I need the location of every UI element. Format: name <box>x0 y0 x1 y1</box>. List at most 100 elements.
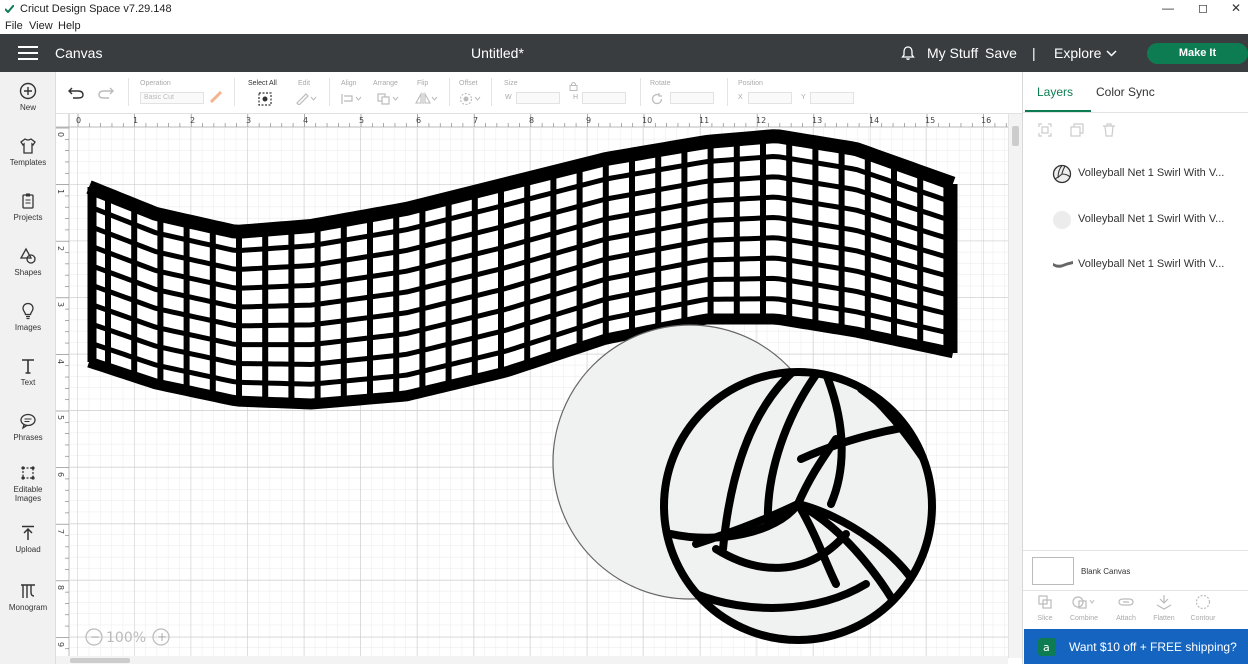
undo-icon[interactable] <box>68 86 84 100</box>
layer-row[interactable]: Volleyball Net 1 Swirl With V... <box>1024 200 1248 240</box>
rotate-input[interactable] <box>670 92 714 104</box>
cricut-logo-icon <box>5 5 14 13</box>
sidebar-item-images[interactable]: Images <box>0 302 56 332</box>
close-button[interactable]: ✕ <box>1226 1 1246 15</box>
app-header: Canvas Untitled* My Stuff Save | Explore… <box>0 34 1248 72</box>
toolbar-divider <box>128 78 129 106</box>
window-title: Cricut Design Space v7.29.148 <box>20 3 172 15</box>
select-all-icon[interactable] <box>257 91 273 107</box>
tab-color-sync[interactable]: Color Sync <box>1096 85 1155 99</box>
flatten-icon[interactable] <box>1155 594 1173 610</box>
combine-icon[interactable] <box>1072 594 1096 610</box>
height-input[interactable] <box>582 92 626 104</box>
ruler-left-label: 0 <box>56 132 65 137</box>
operation-select[interactable]: Basic Cut <box>140 92 204 104</box>
slice-icon[interactable] <box>1037 594 1053 610</box>
sidebar-item-upload[interactable]: Upload <box>0 524 56 554</box>
horizontal-scrollbar[interactable] <box>56 656 1008 664</box>
app-window: Cricut Design Space v7.29.148 — ◻ ✕ File… <box>0 0 1248 664</box>
ruler-top-label: 6 <box>416 116 421 125</box>
menu-view[interactable]: View <box>29 20 53 32</box>
lock-icon[interactable] <box>569 81 578 91</box>
ruler-left-label: 9 <box>56 642 65 647</box>
redo-icon[interactable] <box>98 86 114 100</box>
hamburger-menu-icon[interactable] <box>18 46 38 60</box>
canvas-svg: 0 1 2 3 4 5 6 7 8 9 10 11 12 13 14 15 16… <box>56 114 1008 664</box>
sidebar-item-monogram[interactable]: Monogram <box>0 582 56 612</box>
flip-icon[interactable] <box>414 92 438 105</box>
x-label: X <box>738 94 743 101</box>
maximize-button[interactable]: ◻ <box>1193 1 1213 15</box>
sidebar-item-projects[interactable]: Projects <box>0 192 56 222</box>
sidebar-item-label: Editable <box>13 485 43 494</box>
sidebar-item-phrases[interactable]: Phrases <box>0 412 56 442</box>
sidebar-item-editable-images[interactable]: Editable Images <box>0 464 56 503</box>
layer-row[interactable]: Volleyball Net 1 Swirl With V... <box>1024 245 1248 285</box>
menu-bar: File View Help <box>0 18 1248 34</box>
sidebar-item-text[interactable]: Text <box>0 357 56 387</box>
combine-label: Combine <box>1069 615 1098 622</box>
attach-icon[interactable] <box>1117 594 1135 610</box>
bell-icon[interactable] <box>900 45 916 61</box>
sidebar-item-new[interactable]: New <box>0 82 56 112</box>
my-stuff-link[interactable]: My Stuff <box>927 45 978 61</box>
sidebar-item-label: Monogram <box>8 603 48 612</box>
ruler-top-label: 1 <box>133 116 138 125</box>
sidebar-item-templates[interactable]: Templates <box>0 137 56 167</box>
edit-pencil-icon[interactable] <box>295 92 317 105</box>
rotate-label: Rotate <box>650 80 671 87</box>
layer-row[interactable]: Volleyball Net 1 Swirl With V... <box>1024 154 1248 194</box>
ruler-left-label: 4 <box>56 359 65 364</box>
align-icon[interactable] <box>341 93 363 105</box>
toolbar-divider <box>727 78 728 106</box>
ruler-left-label: 2 <box>56 246 65 251</box>
y-input[interactable] <box>810 92 854 104</box>
blank-canvas-label: Blank Canvas <box>1081 567 1131 576</box>
tab-layers[interactable]: Layers <box>1037 85 1073 99</box>
x-input[interactable] <box>748 92 792 104</box>
ruler-top-label: 14 <box>869 116 879 125</box>
ruler-left-label: 1 <box>56 189 65 194</box>
group-icon[interactable] <box>1037 122 1053 138</box>
promo-text: Want $10 off + FREE shipping? <box>1069 640 1237 654</box>
width-input[interactable] <box>516 92 560 104</box>
arrange-icon[interactable] <box>376 92 400 105</box>
design-canvas[interactable]: 0 1 2 3 4 5 6 7 8 9 10 11 12 13 14 15 16… <box>56 114 1008 664</box>
align-label: Align <box>341 80 357 87</box>
ruler-left-label: 3 <box>56 302 65 307</box>
ruler-left-label: 6 <box>56 472 65 477</box>
menu-help[interactable]: Help <box>58 20 81 32</box>
contour-icon[interactable] <box>1194 594 1212 610</box>
vertical-scrollbar[interactable] <box>1008 114 1022 658</box>
save-button[interactable]: Save <box>985 45 1017 61</box>
zoom-out-label: − <box>90 630 100 644</box>
ruler-top-label: 16 <box>981 116 991 125</box>
toolbar-divider <box>329 78 330 106</box>
ruler-top-label: 11 <box>699 116 709 125</box>
duplicate-icon[interactable] <box>1069 122 1085 138</box>
menu-file[interactable]: File <box>5 20 23 32</box>
left-ruler <box>56 114 69 664</box>
ruler-top-label: 12 <box>756 116 766 125</box>
chevron-down-icon[interactable] <box>1106 50 1117 57</box>
horizontal-scroll-thumb[interactable] <box>70 658 130 663</box>
sidebar-item-label: Templates <box>9 158 47 167</box>
text-t-icon <box>22 359 34 374</box>
delete-icon[interactable] <box>1101 122 1117 138</box>
make-it-button[interactable]: Make It <box>1147 43 1248 64</box>
width-label: W <box>505 94 512 101</box>
position-label: Position <box>738 80 763 87</box>
explore-link[interactable]: Explore <box>1054 45 1101 61</box>
blank-canvas-swatch[interactable] <box>1032 557 1074 585</box>
arrange-label: Arrange <box>373 80 398 87</box>
sidebar-item-label-line2: Images <box>14 494 42 503</box>
rotate-icon[interactable] <box>650 92 664 106</box>
vertical-scroll-thumb[interactable] <box>1012 126 1019 146</box>
offset-icon[interactable] <box>458 92 482 106</box>
minimize-button[interactable]: — <box>1158 1 1178 15</box>
operation-value: Basic Cut <box>144 94 174 101</box>
height-label: H <box>573 94 579 101</box>
sidebar-item-shapes[interactable]: Shapes <box>0 247 56 277</box>
promo-banner[interactable]: a Want $10 off + FREE shipping? <box>1024 629 1248 664</box>
pen-color-icon[interactable] <box>209 90 223 104</box>
